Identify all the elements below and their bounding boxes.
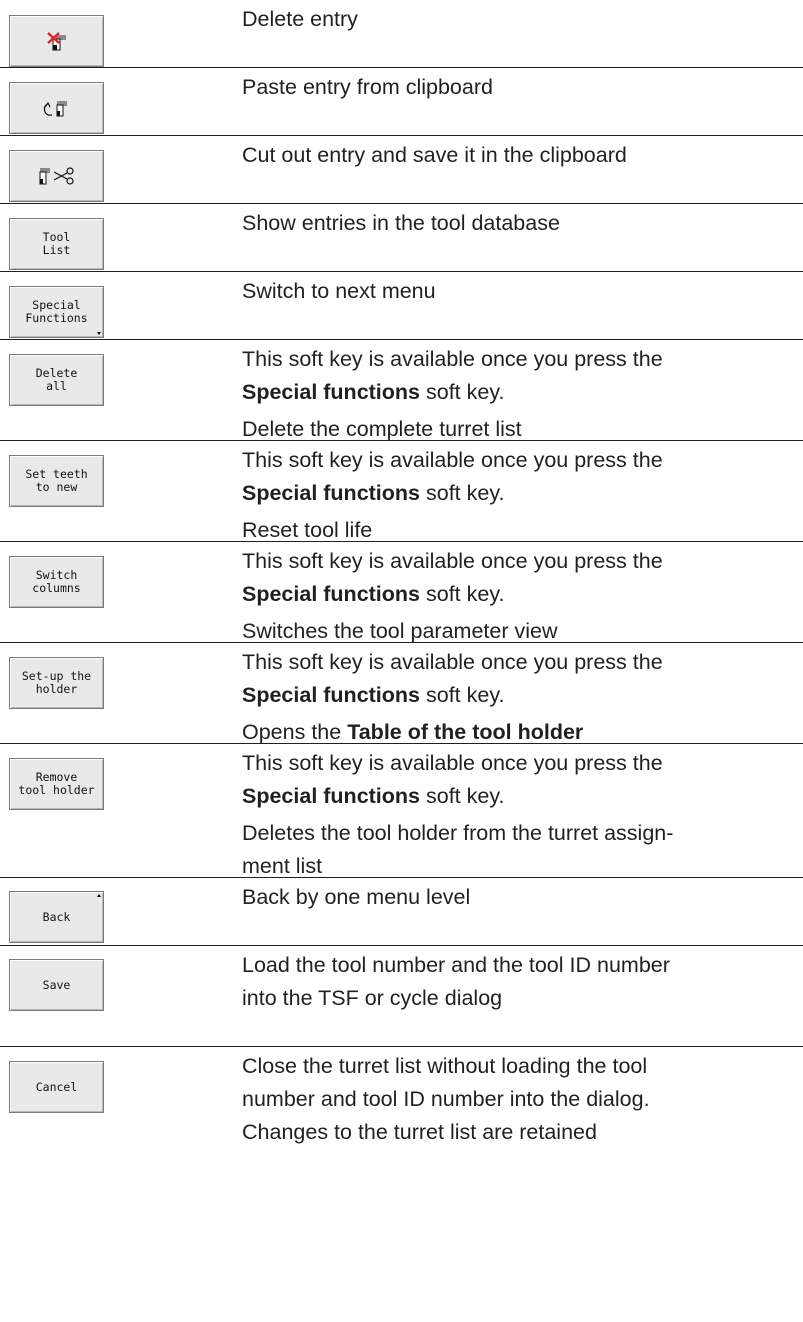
description-paragraph: This soft key is available once you pres…	[242, 444, 802, 510]
description-paragraph: Close the turret list without loading th…	[242, 1050, 802, 1149]
description-paragraph: Paste entry from clipboard	[242, 71, 802, 104]
softkey-label: Remove tool holder	[18, 770, 95, 797]
description-paragraph: This soft key is available once you pres…	[242, 747, 802, 813]
softkey-description: Back by one menu level	[242, 881, 802, 914]
submenu-forward-marker-icon	[97, 332, 101, 335]
softkey-label: Special Functions	[25, 298, 88, 325]
description-paragraph: Switches the tool parameter view	[242, 615, 802, 648]
description-text: soft key.	[420, 683, 505, 707]
description-paragraph: This soft key is available once you pres…	[242, 343, 802, 409]
softkey-label: Set teeth to new	[25, 467, 88, 494]
softkey-description: This soft key is available once you pres…	[242, 747, 802, 883]
description-text: Cut out entry and save it in the clipboa…	[242, 143, 627, 167]
paste-from-clipboard-icon	[40, 96, 74, 120]
softkey-label: Switch columns	[32, 568, 81, 595]
row-separator	[0, 945, 803, 946]
description-text: This soft key is available once you pres…	[242, 549, 663, 573]
delete-entry-icon	[45, 29, 69, 53]
softkey-description: This soft key is available once you pres…	[242, 444, 802, 547]
bold-term: Special functions	[242, 582, 421, 606]
description-paragraph: Delete the complete turret list	[242, 413, 802, 446]
cut-entry-softkey[interactable]	[9, 150, 104, 202]
row-separator	[0, 203, 803, 204]
description-text: Deletes the tool holder from the turret …	[242, 821, 674, 845]
bold-term: Special functions	[242, 683, 421, 707]
softkey-description: This soft key is available once you pres…	[242, 343, 802, 446]
description-text: This soft key is available once you pres…	[242, 448, 663, 472]
softkey-description: Cut out entry and save it in the clipboa…	[242, 139, 802, 172]
softkey-label: Save	[42, 977, 71, 992]
description-text: Opens the	[242, 720, 348, 744]
tool-list-softkey[interactable]: Tool List	[9, 218, 104, 270]
softkey-description: Show entries in the tool database	[242, 207, 802, 240]
softkey-label: Delete all	[35, 366, 78, 393]
description-paragraph: Back by one menu level	[242, 881, 802, 914]
softkey-label: Set-up the holder	[21, 669, 92, 696]
back-softkey[interactable]: Back	[9, 891, 104, 943]
cut-to-clipboard-icon	[35, 163, 79, 189]
save-softkey[interactable]: Save	[9, 959, 104, 1011]
bold-term: Table of the tool holder	[347, 720, 584, 744]
softkey-label: Tool List	[42, 230, 71, 257]
softkey-label: Back	[42, 909, 71, 924]
delete-entry-softkey[interactable]	[9, 15, 104, 67]
bold-term: Special functions	[242, 481, 421, 505]
description-text: ment list	[242, 854, 323, 878]
description-text: This soft key is available once you pres…	[242, 347, 663, 371]
description-paragraph: Delete entry	[242, 3, 802, 36]
description-text: Delete the complete turret list	[242, 417, 522, 441]
description-paragraph: Deletes the tool holder from the turret …	[242, 817, 802, 883]
description-text: Reset tool life	[242, 518, 373, 542]
description-paragraph: Switch to next menu	[242, 275, 802, 308]
row-separator	[0, 67, 803, 68]
description-paragraph: Opens the Table of the tool holder	[242, 716, 802, 749]
softkey-description: Paste entry from clipboard	[242, 71, 802, 104]
delete-all-softkey[interactable]: Delete all	[9, 354, 104, 406]
softkey-description: This soft key is available once you pres…	[242, 545, 802, 648]
remove-tool-holder-softkey[interactable]: Remove tool holder	[9, 758, 104, 810]
submenu-back-marker-icon	[97, 894, 101, 897]
description-text: soft key.	[420, 380, 505, 404]
description-text: soft key.	[420, 481, 505, 505]
description-text: Delete entry	[242, 7, 358, 31]
paste-entry-softkey[interactable]	[9, 82, 104, 134]
bold-term: Special functions	[242, 784, 421, 808]
description-text: Back by one menu level	[242, 885, 471, 909]
description-paragraph: This soft key is available once you pres…	[242, 646, 802, 712]
row-separator	[0, 271, 803, 272]
description-paragraph: Cut out entry and save it in the clipboa…	[242, 139, 802, 172]
description-text: Load the tool number and the tool ID num…	[242, 953, 670, 977]
cancel-softkey[interactable]: Cancel	[9, 1061, 104, 1113]
description-text: Switch to next menu	[242, 279, 436, 303]
description-text: This soft key is available once you pres…	[242, 751, 663, 775]
set-teeth-to-new-softkey[interactable]: Set teeth to new	[9, 455, 104, 507]
softkey-description: Switch to next menu	[242, 275, 802, 308]
description-text: Show entries in the tool database	[242, 211, 560, 235]
description-paragraph: Show entries in the tool database	[242, 207, 802, 240]
row-separator	[0, 135, 803, 136]
softkey-description: Load the tool number and the tool ID num…	[242, 949, 802, 1015]
description-text: This soft key is available once you pres…	[242, 650, 663, 674]
switch-columns-softkey[interactable]: Switch columns	[9, 556, 104, 608]
softkey-label: Cancel	[35, 1079, 78, 1094]
description-text: number and tool ID number into the dialo…	[242, 1087, 650, 1111]
description-text: Switches the tool parameter view	[242, 619, 558, 643]
description-text: Paste entry from clipboard	[242, 75, 493, 99]
special-functions-softkey[interactable]: Special Functions	[9, 286, 104, 338]
softkey-description: Close the turret list without loading th…	[242, 1050, 802, 1149]
description-text: Close the turret list without loading th…	[242, 1054, 648, 1078]
description-text: soft key.	[420, 582, 505, 606]
description-paragraph: Load the tool number and the tool ID num…	[242, 949, 802, 1015]
description-text: soft key.	[420, 784, 505, 808]
description-paragraph: Reset tool life	[242, 514, 802, 547]
softkey-description: Delete entry	[242, 3, 802, 36]
description-paragraph: This soft key is available once you pres…	[242, 545, 802, 611]
softkey-description: This soft key is available once you pres…	[242, 646, 802, 749]
bold-term: Special functions	[242, 380, 421, 404]
row-separator	[0, 339, 803, 340]
description-text: Changes to the turret list are retained	[242, 1120, 597, 1144]
row-separator	[0, 1046, 803, 1047]
description-text: into the TSF or cycle dialog	[242, 986, 503, 1010]
set-up-the-holder-softkey[interactable]: Set-up the holder	[9, 657, 104, 709]
